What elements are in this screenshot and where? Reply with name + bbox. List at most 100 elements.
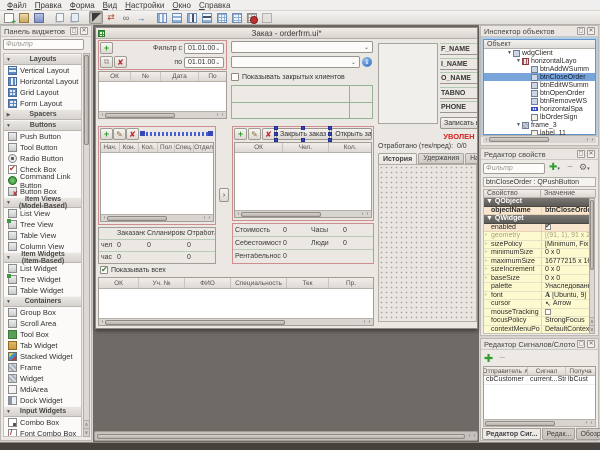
layout-vertical-button[interactable] [155, 11, 169, 24]
column-header[interactable]: № [131, 72, 161, 81]
widget-item[interactable]: MdiArea [4, 384, 81, 395]
order-table[interactable]: ОКЧел.Кол. ‹‹› [234, 142, 372, 218]
paste-button[interactable] [68, 11, 82, 24]
remove-connection-button[interactable]: − [499, 352, 505, 364]
widget-item[interactable]: Push Button [4, 131, 81, 142]
new-form-button[interactable] [2, 11, 16, 24]
selection-handle[interactable] [274, 126, 278, 130]
filter-from-combo[interactable]: 01.01.00⌄ [184, 43, 224, 54]
layout-form-button[interactable] [230, 11, 244, 24]
widget-item[interactable]: Font Combo Box [4, 428, 81, 437]
widget-item[interactable]: Tool Button [4, 142, 81, 153]
widget-section-item-views-model-based-[interactable]: ▼Item Views (Model-Based) [4, 197, 81, 208]
menu-item[interactable]: Настройки [121, 1, 168, 10]
remove-wsummary-button[interactable]: ✘ [126, 128, 139, 140]
float-icon[interactable]: ◻ [577, 150, 585, 158]
widget-item[interactable]: Radio Button [4, 153, 81, 164]
tree-item-horizontalSpa[interactable]: horizontalSpa [484, 105, 595, 113]
copy-button[interactable] [53, 11, 67, 24]
widget-section-buttons[interactable]: ▼Buttons [4, 120, 81, 131]
break-layout-button[interactable] [245, 11, 259, 24]
column-header[interactable]: Кол. [139, 143, 158, 152]
tree-expand-icon[interactable]: ▼ [515, 58, 522, 64]
property-row-baseSize[interactable]: baseSize›0 x 0 [484, 275, 590, 284]
property-row-maximumSize[interactable]: maximumSize›16777215 x 16... [484, 258, 590, 267]
widget-filter-input[interactable] [3, 39, 84, 50]
customer-combo[interactable]: ⌄ [231, 41, 373, 53]
client-field-F_NAME[interactable]: F_NAME [440, 43, 477, 55]
widget-item[interactable]: Command Link Button [4, 175, 81, 186]
edit-wsummary-button[interactable]: ✎ [113, 128, 126, 140]
property-row-mouseTracking[interactable]: mouseTracking [484, 309, 590, 318]
edit-buddies-button[interactable] [119, 11, 133, 24]
show-closed-checkbox[interactable]: Показывать закрытых клиентов [231, 73, 345, 81]
expand-button[interactable]: › [219, 188, 229, 202]
float-icon[interactable]: ◻ [70, 27, 78, 35]
remove-property-icon[interactable]: − [567, 162, 573, 173]
selection-handle[interactable] [274, 138, 278, 142]
close-icon[interactable]: ✕ [80, 27, 88, 35]
property-row-minimumSize[interactable]: minimumSize›0 x 0 [484, 249, 590, 258]
column-header[interactable]: Дата [161, 72, 199, 81]
connections-table[interactable]: Отправитель ∧СигналПолуча cbCustomer cur… [483, 366, 596, 424]
client-field-I_NAME[interactable]: I_NAME [440, 58, 477, 70]
menu-item[interactable]: Справка [195, 1, 234, 10]
float-icon[interactable]: ◻ [577, 27, 585, 35]
widget-item[interactable]: Tree Widget [4, 274, 81, 285]
selection-handle[interactable] [328, 126, 332, 130]
column-header[interactable]: По [199, 72, 226, 81]
widget-box-scrollbar[interactable]: ∧∨ [83, 53, 90, 437]
widget-item[interactable]: Horizontal Layout [4, 76, 81, 87]
property-column-header[interactable]: Свойство [484, 190, 541, 197]
checkbox-icon[interactable] [545, 309, 551, 315]
property-row-sizePolicy[interactable]: sizePolicy›[Minimum, Fix... [484, 241, 590, 250]
menu-item[interactable]: Файл [3, 1, 31, 10]
widget-item[interactable]: Group Box [4, 307, 81, 318]
property-row-enabled[interactable]: enabled [484, 224, 590, 233]
client-field-O_NAME[interactable]: O_NAME [440, 72, 477, 84]
signal-hscrollbar[interactable]: ‹› [483, 419, 596, 427]
tree-expand-icon[interactable]: ▼ [515, 122, 522, 128]
checkbox-icon[interactable] [545, 224, 551, 230]
show-all-checkbox[interactable]: Показывать всех [100, 266, 166, 274]
tree-item-frame_3[interactable]: ▼frame_3 [484, 121, 595, 129]
column-header[interactable]: Чел. [283, 143, 329, 152]
property-row-cursor[interactable]: cursor↖Arrow [484, 300, 590, 309]
column-header[interactable]: Отдел [194, 143, 213, 152]
connection-sender[interactable]: cbCustomer [484, 376, 528, 384]
column-header[interactable]: Пол [158, 143, 175, 152]
property-row-objectName[interactable]: objectNamebtnCloseOrder [484, 207, 590, 216]
tree-item-lbOrderSign[interactable]: lbOrderSign [484, 113, 595, 121]
widget-item[interactable]: Form Layout [4, 98, 81, 109]
orders-table[interactable]: ОК№ДатаПо ‹‹› [98, 71, 227, 119]
add-wsummary-button[interactable]: + [100, 128, 113, 140]
selection-handle[interactable] [301, 138, 305, 142]
tree-item-btnEditWSumm[interactable]: btnEditWSumm [484, 81, 595, 89]
widget-section-containers[interactable]: ▼Containers [4, 296, 81, 307]
column-header[interactable]: Нач. [101, 143, 120, 152]
selection-handle[interactable] [328, 138, 332, 142]
column-header[interactable]: Тек [287, 278, 329, 288]
tab-Обозреват...[interactable]: Обозреват... [576, 428, 600, 440]
add-order-item-button[interactable]: + [234, 128, 247, 140]
widget-section-item-widgets-item-based-[interactable]: ▼Item Widgets (Item-Based) [4, 252, 81, 263]
column-header[interactable]: Кон. [120, 143, 139, 152]
column-header[interactable]: Кол. [329, 143, 371, 152]
widget-item[interactable]: List Widget [4, 263, 81, 274]
connection-receiver[interactable]: lbCust [566, 376, 595, 384]
property-row-focusPolicy[interactable]: focusPolicyStrongFocus [484, 317, 590, 326]
value-column-header[interactable]: Значение [541, 190, 575, 197]
widget-item[interactable]: Vertical Layout [4, 65, 81, 76]
property-section-QObject[interactable]: ▼ QObject [484, 198, 590, 207]
close-icon[interactable]: ✕ [587, 27, 595, 35]
column-header[interactable]: ОК [99, 72, 131, 81]
column-header[interactable]: Специальность [231, 278, 287, 288]
widget-section-layouts[interactable]: ▼Layouts [4, 54, 81, 65]
tab-Редак...[interactable]: Редак... [542, 428, 575, 440]
object-tree[interactable]: Объект ▼wdgClient▼horizontalLayobtnAddWS… [483, 39, 596, 135]
edit-widgets-button[interactable] [89, 11, 103, 24]
widget-item[interactable]: Table Widget [4, 285, 81, 296]
widget-item[interactable]: Scroll Area [4, 318, 81, 329]
form-window-titlebar[interactable]: Заказ - orderfrm.ui* [96, 28, 477, 39]
configure-icon[interactable]: ⚙▾ [579, 162, 590, 173]
